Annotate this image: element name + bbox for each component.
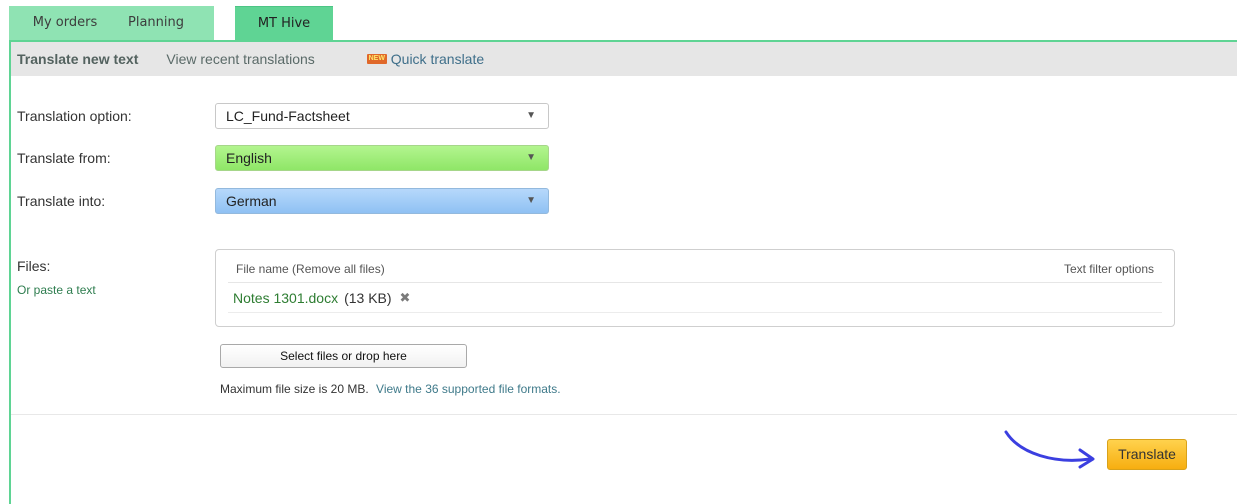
paste-text-link[interactable]: Or paste a text <box>17 283 96 297</box>
text-filter-options-link[interactable]: Text filter options <box>1064 262 1154 276</box>
translate-from-label: Translate from: <box>17 150 111 166</box>
divider <box>11 414 1237 415</box>
dropdown-arrow-icon: ▼ <box>526 152 536 163</box>
supported-formats-link[interactable]: View the 36 supported file formats. <box>376 382 561 396</box>
file-name[interactable]: Notes 1301.docx <box>233 290 338 306</box>
translate-into-value: German <box>226 193 277 209</box>
subnav-translate-new[interactable]: Translate new text <box>17 51 138 67</box>
file-list-item: Notes 1301.docx (13 KB) ✖ <box>233 290 410 306</box>
translation-option-value: LC_Fund-Factsheet <box>226 108 350 124</box>
tab-my-orders[interactable]: My orders <box>9 6 121 40</box>
pointer-arrow-icon <box>1004 430 1095 469</box>
new-badge-icon: NEW <box>366 54 387 64</box>
quick-translate-label: Quick translate <box>390 51 485 67</box>
file-list-box: File name (Remove all files) Text filter… <box>215 249 1175 327</box>
max-size-note: Maximum file size is 20 MB. View the 36 … <box>220 382 561 396</box>
tab-bar: My orders Planning MT Hive <box>9 6 333 40</box>
remove-all-files-link[interactable]: (Remove all files) <box>292 262 385 276</box>
dropdown-arrow-icon: ▼ <box>526 195 536 206</box>
select-files-button[interactable]: Select files or drop here <box>220 344 467 368</box>
translation-option-label: Translation option: <box>17 108 132 124</box>
sub-navigation: Translate new text View recent translati… <box>11 42 1237 76</box>
translate-from-value: English <box>226 150 272 166</box>
translate-into-select[interactable]: German ▼ <box>215 188 549 214</box>
subnav-recent-translations[interactable]: View recent translations <box>166 51 314 67</box>
translate-from-select[interactable]: English ▼ <box>215 145 549 171</box>
tab-mt-hive[interactable]: MT Hive <box>235 6 333 40</box>
file-size: (13 KB) <box>344 290 392 306</box>
dropdown-arrow-icon: ▼ <box>526 110 536 121</box>
divider <box>228 282 1162 283</box>
tab-group-left: My orders Planning <box>9 6 214 40</box>
max-size-text: Maximum file size is 20 MB. <box>220 382 369 396</box>
translation-option-select[interactable]: LC_Fund-Factsheet ▼ <box>215 103 549 129</box>
subnav-quick-translate[interactable]: NEW Quick translate <box>366 51 485 67</box>
tab-planning[interactable]: Planning <box>121 6 191 40</box>
file-name-header: File name <box>236 262 289 276</box>
file-list-header: File name (Remove all files) <box>236 262 385 276</box>
translate-into-label: Translate into: <box>17 193 106 209</box>
translate-button[interactable]: Translate <box>1107 439 1187 470</box>
divider <box>228 312 1162 313</box>
files-label: Files: <box>17 258 51 274</box>
remove-file-icon[interactable]: ✖ <box>400 290 411 306</box>
